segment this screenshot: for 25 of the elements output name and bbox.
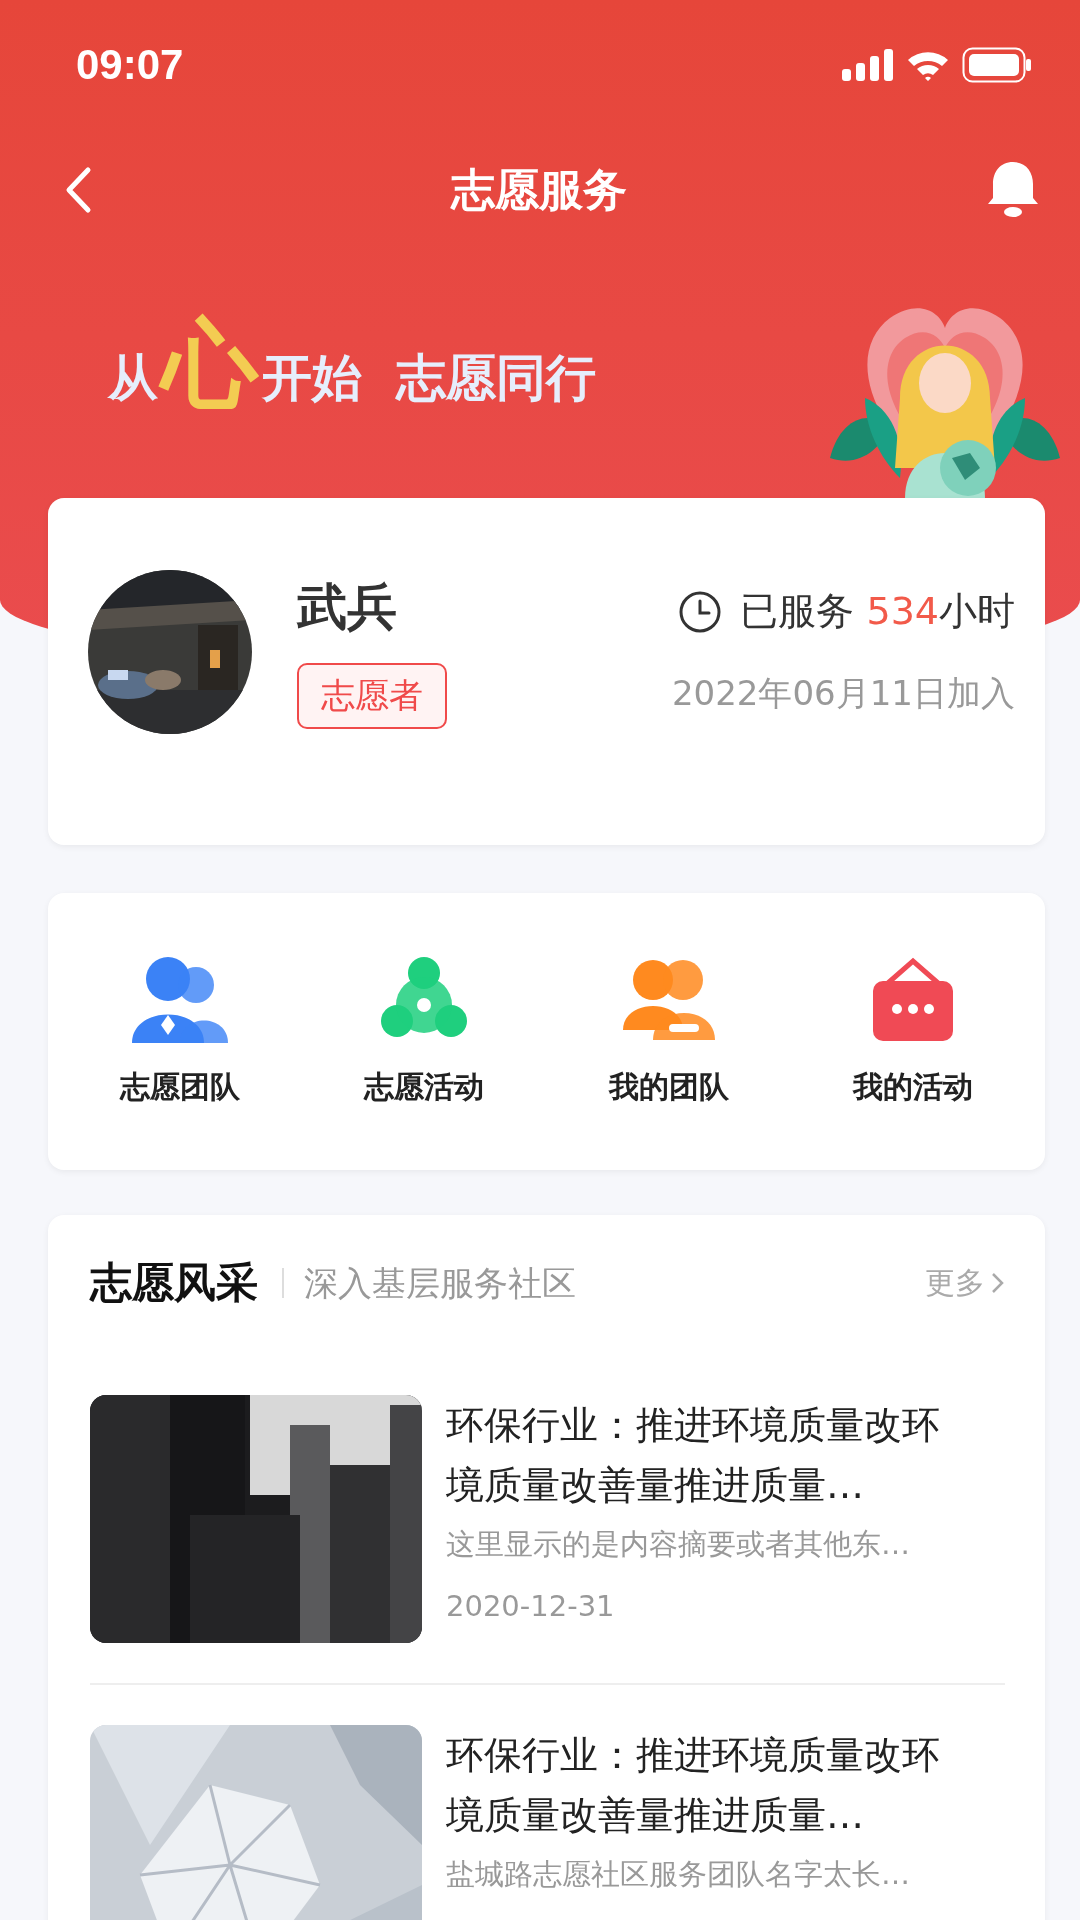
status-time: 09:07 <box>76 41 184 89</box>
section-subtitle: 深入基层服务社区 <box>282 1268 576 1298</box>
article-item[interactable]: 环保行业：推进环境质量改环境质量改善量推进质量… 这里显示的是内容摘要或者其他东… 2020-12-31 <box>90 1351 1005 1683</box>
article-date: 2020-12-31 <box>446 1589 616 1623</box>
battery-icon <box>962 47 1032 83</box>
article-title: 环保行业：推进环境质量改环境质量改善量推进质量… <box>446 1732 941 1839</box>
article-summary: 盐城路志愿社区服务团队名字太长… <box>446 1856 911 1893</box>
bell-icon[interactable] <box>986 160 1040 220</box>
shortcut-item[interactable]: 志愿团队 <box>80 955 281 1108</box>
join-date: 2022年06月11日加入 <box>671 672 1015 715</box>
clock-icon <box>678 589 723 634</box>
shortcut-item[interactable]: 我的团队 <box>568 955 769 1108</box>
section-title: 志愿风采 <box>90 1257 258 1309</box>
article-item[interactable]: 环保行业：推进环境质量改环境质量改善量推进质量… 盐城路志愿社区服务团队名字太长… <box>90 1683 1005 1920</box>
chevron-icon <box>991 1272 1005 1294</box>
service-hours: 已服务 534小时 <box>740 588 1015 635</box>
role-tag: 志愿者 <box>297 663 447 729</box>
shortcut-item[interactable]: 我的活动 <box>812 955 1013 1108</box>
shortcut-item[interactable]: 志愿活动 <box>324 955 525 1108</box>
article-summary: 这里显示的是内容摘要或者其他东… <box>446 1526 911 1563</box>
signal-icon <box>842 49 894 81</box>
volunteer-name: 武兵 <box>297 577 397 638</box>
article-title: 环保行业：推进环境质量改环境质量改善量推进质量… <box>446 1402 941 1509</box>
page-title: 志愿服务 <box>451 162 627 217</box>
back-icon[interactable] <box>64 166 92 214</box>
